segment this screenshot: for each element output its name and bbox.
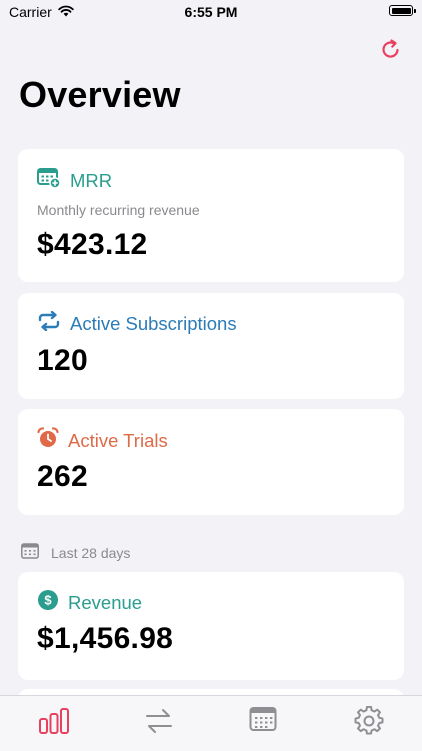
active-trials-label: Active Trials (68, 429, 168, 451)
mrr-card[interactable]: MRR Monthly recurring revenue $423.12 (18, 149, 404, 282)
revenue-label: Revenue (68, 591, 143, 613)
active-trials-header: Active Trials (37, 427, 168, 454)
tab-calendar[interactable] (249, 706, 279, 736)
tab-bar (0, 695, 422, 751)
bar-chart-icon (39, 708, 69, 734)
mrr-header: MRR (37, 167, 112, 194)
active-trials-card[interactable]: Active Trials 262 (18, 409, 404, 515)
battery-icon (389, 5, 416, 16)
tab-overview[interactable] (38, 706, 69, 736)
section-label: Last 28 days (51, 544, 131, 561)
mrr-label: MRR (70, 169, 113, 191)
repeat-arrows-icon (37, 310, 61, 336)
status-bar: Carrier 6:55 PM (0, 0, 422, 24)
mrr-value: $423.12 (37, 228, 148, 261)
refresh-icon[interactable] (380, 38, 402, 60)
calendar-icon (249, 707, 277, 731)
revenue-header: $ Revenue (37, 589, 142, 616)
svg-text:$: $ (44, 593, 52, 608)
active-subscriptions-label: Active Subscriptions (70, 312, 237, 334)
page-title: Overview (19, 74, 181, 115)
active-subscriptions-card[interactable]: Active Subscriptions 120 (18, 293, 404, 399)
active-subscriptions-value: 120 (37, 344, 88, 377)
active-subscriptions-header: Active Subscriptions (37, 310, 237, 336)
calendar-icon (21, 543, 39, 562)
tab-transactions[interactable] (144, 706, 174, 736)
mrr-subtitle: Monthly recurring revenue (37, 202, 200, 218)
calendar-add-icon (37, 167, 61, 194)
clock: 6:55 PM (184, 4, 238, 20)
section-header: Last 28 days (21, 543, 130, 562)
revenue-card[interactable]: $ Revenue $1,456.98 (18, 572, 404, 680)
active-trials-value: 262 (37, 460, 88, 493)
revenue-value: $1,456.98 (37, 622, 174, 655)
alarm-clock-icon (37, 427, 59, 454)
tab-settings[interactable] (354, 705, 384, 736)
dollar-circle-icon: $ (37, 589, 59, 616)
gear-icon (354, 705, 384, 735)
transfer-arrows-icon (146, 709, 172, 733)
